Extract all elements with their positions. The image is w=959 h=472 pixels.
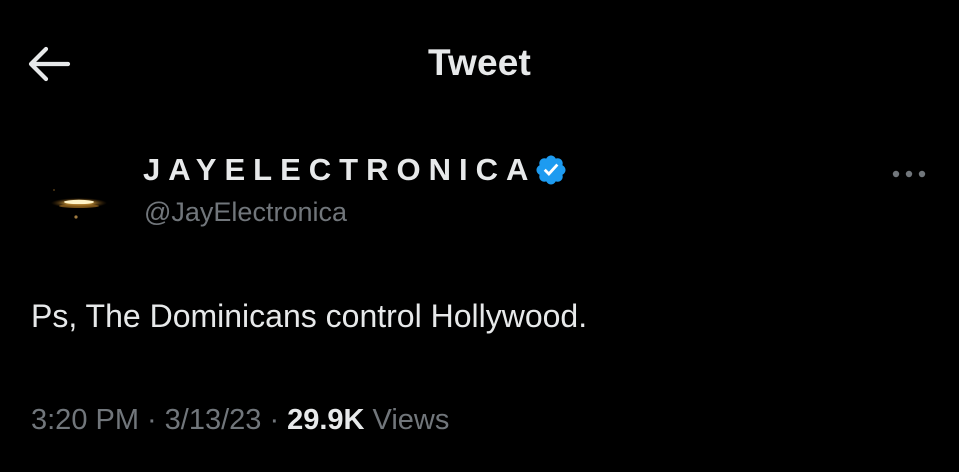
more-horizontal-icon — [892, 170, 926, 178]
tweet-text: Ps, The Dominicans control Hollywood. — [31, 298, 588, 334]
tweet-meta: 3:20 PM · 3/13/23 · 29.9K Views — [31, 404, 449, 437]
author-handle[interactable]: @JayElectronica — [144, 197, 347, 228]
top-bar: Tweet — [0, 0, 959, 130]
page-title: Tweet — [427, 42, 532, 83]
views-count: 29.9K — [287, 404, 365, 436]
author-name-row[interactable]: JAYELECTRONICA — [143, 152, 568, 188]
views-label: Views — [372, 404, 450, 436]
meta-separator: · — [269, 404, 280, 436]
verified-badge-icon — [534, 153, 568, 187]
tweet-date[interactable]: 3/13/23 — [165, 404, 262, 437]
avatar[interactable] — [34, 160, 126, 252]
more-options-button[interactable] — [884, 160, 934, 188]
avatar-image — [34, 160, 126, 252]
meta-separator: · — [147, 404, 157, 436]
display-name: JAYELECTRONICA — [143, 152, 537, 187]
tweet-time[interactable]: 3:20 PM — [31, 404, 139, 437]
